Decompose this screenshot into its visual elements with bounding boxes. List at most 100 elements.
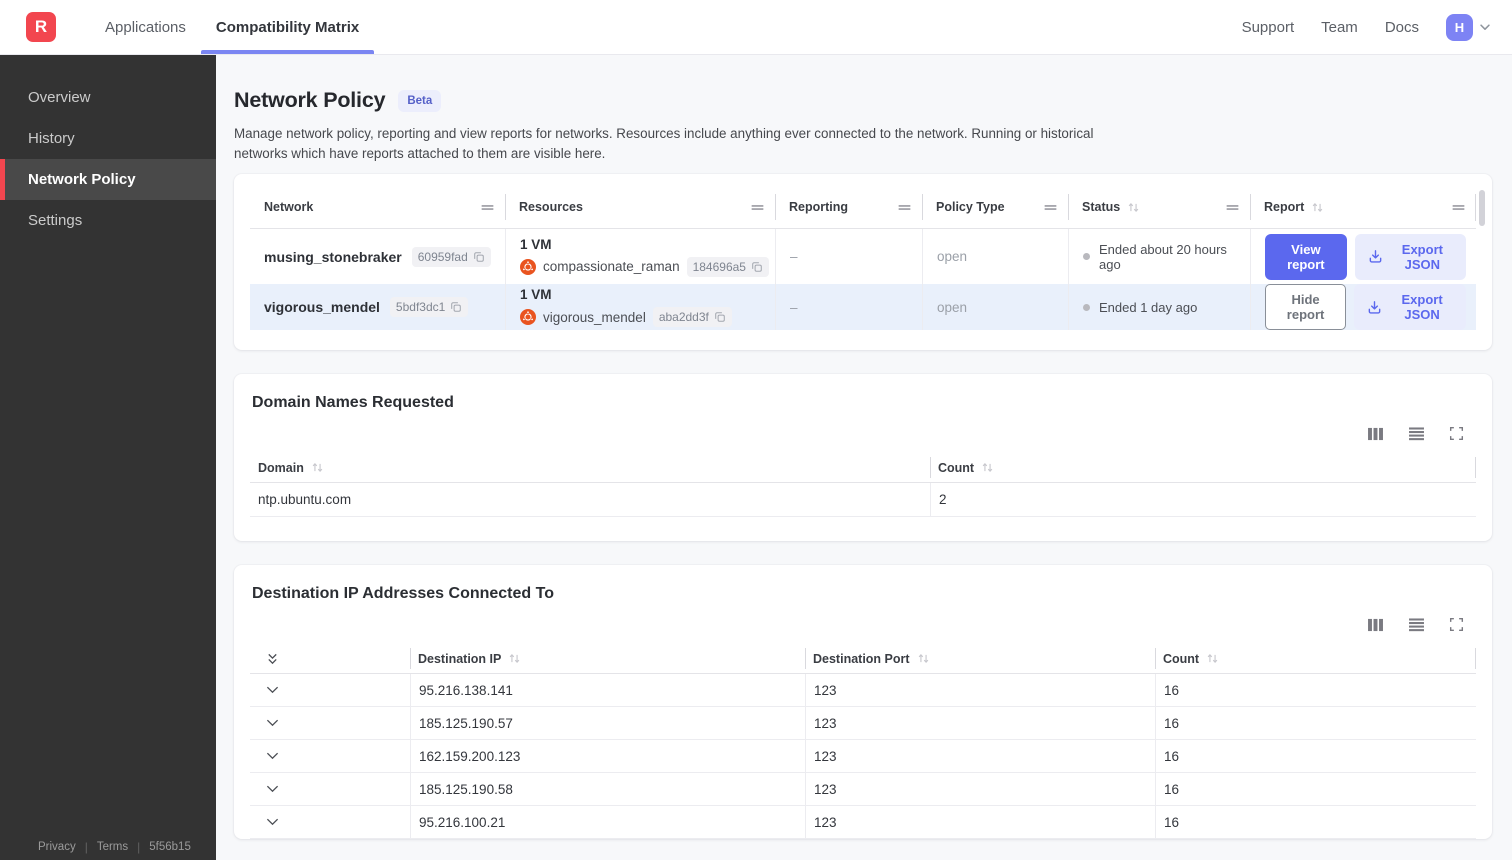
chevron-down-icon[interactable]: [266, 818, 279, 826]
policy-type-cell: open: [922, 284, 1068, 331]
page-header: Network Policy Beta Manage network polic…: [234, 55, 1492, 164]
download-icon: [1368, 249, 1383, 264]
sort-icon[interactable]: [981, 462, 994, 473]
status-cell: Ended about 20 hours ago: [1068, 229, 1250, 285]
sort-icon[interactable]: [508, 653, 521, 664]
expand-all-header[interactable]: [250, 644, 410, 673]
nav-link-support[interactable]: Support: [1242, 19, 1295, 36]
chevron-down-icon[interactable]: [266, 752, 279, 760]
sidebar-item-overview[interactable]: Overview: [0, 77, 216, 118]
destination-ip-cell: 162.159.200.123: [410, 740, 805, 773]
sort-icon[interactable]: [1127, 202, 1140, 213]
chevron-down-icon[interactable]: [266, 686, 279, 694]
chevron-down-icon[interactable]: [266, 719, 279, 727]
destination-ip-cell: 185.125.190.57: [410, 707, 805, 740]
destination-row[interactable]: 95.216.138.141 123 16: [250, 674, 1476, 708]
divider: |: [137, 840, 141, 854]
count-cell: 16: [1155, 773, 1476, 806]
domain-row[interactable]: ntp.ubuntu.com 2: [250, 483, 1476, 518]
sort-icon[interactable]: [1206, 653, 1219, 664]
count-cell: 16: [1155, 806, 1476, 839]
avatar[interactable]: H: [1446, 13, 1473, 41]
columns-icon[interactable]: [1367, 427, 1384, 441]
destination-row[interactable]: 185.125.190.58 123 16: [250, 773, 1476, 807]
destination-port-cell: 123: [805, 806, 1155, 839]
export-json-button[interactable]: Export JSON: [1354, 233, 1466, 280]
view-report-button[interactable]: View report: [1265, 233, 1347, 280]
resources-cell: 1 VM compassionate_raman 184696a5: [505, 229, 775, 285]
network-row-musing-stonebraker[interactable]: musing_stonebraker 60959fad 1 VM compass…: [250, 229, 1476, 285]
column-header-network[interactable]: Network: [250, 186, 505, 228]
status-cell: Ended 1 day ago: [1068, 284, 1250, 331]
column-header-count[interactable]: Count: [1155, 644, 1476, 673]
page-title: Network Policy: [234, 88, 386, 112]
top-navbar: R Applications Compatibility Matrix Supp…: [0, 0, 1512, 55]
sort-icon[interactable]: [311, 462, 324, 473]
network-row-vigorous-mendel[interactable]: vigorous_mendel 5bdf3dc1 1 VM vigorous_m…: [250, 284, 1476, 331]
sidebar-item-network-policy[interactable]: Network Policy: [0, 159, 216, 200]
reporting-cell: –: [775, 229, 922, 285]
terms-link[interactable]: Terms: [97, 841, 128, 853]
status-dot: [1083, 303, 1090, 311]
row-density-icon[interactable]: [1408, 427, 1425, 441]
column-resize-handle-icon[interactable]: [1043, 203, 1058, 212]
destination-port-cell: 123: [805, 740, 1155, 773]
column-header-destination-port[interactable]: Destination Port: [805, 644, 1155, 673]
network-id-badge: 5bdf3dc1: [389, 297, 469, 318]
column-resize-handle-icon[interactable]: [1225, 203, 1240, 212]
hide-report-button[interactable]: Hide report: [1265, 284, 1347, 331]
column-header-count[interactable]: Count: [930, 453, 1476, 482]
column-header-reporting[interactable]: Reporting: [775, 186, 922, 228]
brand-logo[interactable]: R: [26, 12, 56, 42]
tab-applications[interactable]: Applications: [90, 0, 201, 54]
export-json-button[interactable]: Export JSON: [1354, 284, 1466, 331]
tab-compatibility-matrix[interactable]: Compatibility Matrix: [200, 0, 375, 54]
column-header-report[interactable]: Report: [1250, 186, 1476, 228]
vm-name: vigorous_mendel: [543, 309, 646, 325]
sidebar-item-history[interactable]: History: [0, 118, 216, 159]
column-header-resources[interactable]: Resources: [505, 186, 775, 228]
destination-port-cell: 123: [805, 674, 1155, 707]
destinations-table-header: Destination IP Destination Port Count: [250, 644, 1476, 675]
domain-cell: ntp.ubuntu.com: [258, 492, 352, 508]
copy-icon[interactable]: [714, 311, 726, 323]
column-resize-handle-icon[interactable]: [750, 203, 765, 212]
sort-icon[interactable]: [917, 653, 930, 664]
network-name-cell: musing_stonebraker 60959fad: [250, 229, 505, 284]
nav-link-team[interactable]: Team: [1321, 19, 1358, 36]
card-title: Destination IP Addresses Connected To: [252, 585, 554, 603]
row-expander: [250, 707, 410, 739]
column-resize-handle-icon[interactable]: [1451, 203, 1466, 212]
table-controls: [250, 426, 1476, 441]
destination-row[interactable]: 185.125.190.57 123 16: [250, 707, 1476, 741]
destination-row[interactable]: 162.159.200.123 123 16: [250, 740, 1476, 774]
copy-icon[interactable]: [450, 301, 462, 313]
column-header-status[interactable]: Status: [1068, 186, 1250, 228]
destination-port-cell: 123: [805, 707, 1155, 740]
sort-icon[interactable]: [1311, 202, 1324, 213]
nav-link-docs[interactable]: Docs: [1385, 19, 1419, 36]
chevron-down-icon[interactable]: [266, 785, 279, 793]
sidebar-item-settings[interactable]: Settings: [0, 200, 216, 241]
destination-row[interactable]: 95.216.100.21 123 16: [250, 806, 1476, 840]
destination-ip-cell: 95.216.100.21: [410, 806, 805, 839]
domains-card: Domain Names Requested Domain Count ntp.…: [234, 374, 1492, 542]
network-id-badge: 60959fad: [411, 246, 491, 267]
column-header-domain[interactable]: Domain: [250, 453, 930, 482]
row-density-icon[interactable]: [1408, 618, 1425, 632]
copy-icon[interactable]: [751, 261, 763, 273]
user-menu[interactable]: H: [1446, 13, 1492, 41]
column-resize-handle-icon[interactable]: [480, 203, 495, 212]
row-expander: [250, 806, 410, 838]
table-scrollbar[interactable]: [1479, 190, 1485, 227]
column-resize-handle-icon[interactable]: [897, 203, 912, 212]
fullscreen-icon[interactable]: [1449, 617, 1464, 632]
double-chevron-down-icon[interactable]: [266, 652, 279, 666]
fullscreen-icon[interactable]: [1449, 426, 1464, 441]
copy-icon[interactable]: [473, 251, 485, 263]
privacy-link[interactable]: Privacy: [38, 841, 76, 853]
column-header-destination-ip[interactable]: Destination IP: [410, 644, 805, 673]
columns-icon[interactable]: [1367, 618, 1384, 632]
report-cell: View report Export JSON: [1250, 229, 1476, 285]
column-header-policy-type[interactable]: Policy Type: [922, 186, 1068, 228]
